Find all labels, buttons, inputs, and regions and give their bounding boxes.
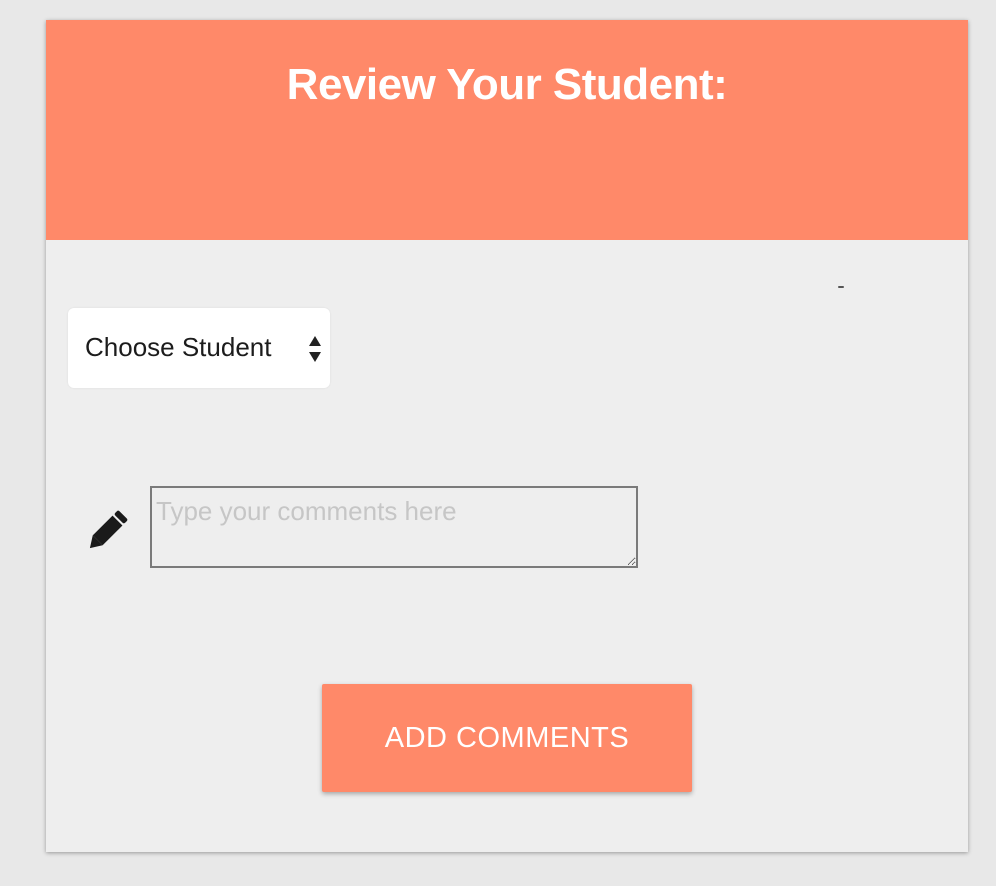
updown-arrows-icon: [309, 336, 321, 362]
add-comments-button[interactable]: ADD COMMENTS: [322, 684, 692, 792]
review-card: Review Your Student: Choose Student ADD …: [46, 20, 968, 852]
card-header: Review Your Student:: [46, 20, 968, 240]
pencil-icon: [89, 510, 128, 549]
page: Review Your Student: Choose Student ADD …: [0, 0, 996, 886]
card-title: Review Your Student:: [286, 60, 728, 109]
student-select-value: Choose Student: [85, 332, 272, 362]
comments-textarea[interactable]: [150, 486, 638, 568]
student-select[interactable]: Choose Student: [68, 308, 330, 388]
paper-speck: [838, 286, 844, 288]
